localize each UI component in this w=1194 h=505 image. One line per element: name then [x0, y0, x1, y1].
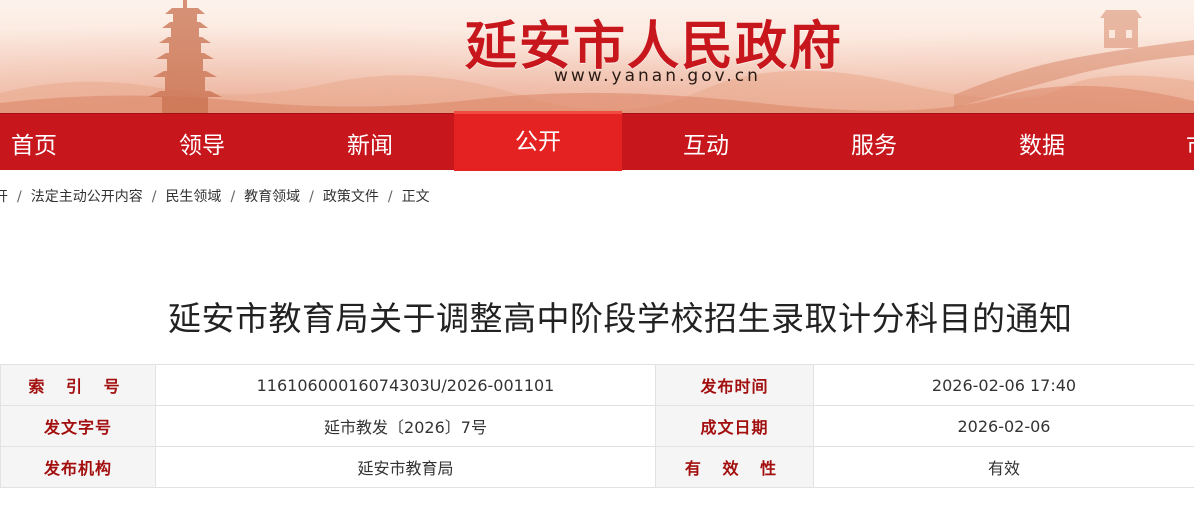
pagoda-illustration — [148, 0, 222, 113]
breadcrumb-item-livelihood[interactable]: 民生领域 — [165, 189, 221, 205]
breadcrumb-separator: / — [309, 189, 314, 205]
nav-item-leaders[interactable]: 领导 — [118, 114, 286, 171]
site-url: www.yanan.gov.cn — [554, 66, 761, 86]
nav-item-label: 领导 — [179, 132, 225, 159]
issuer-label: 发布机构 — [0, 446, 156, 488]
nav-item-news[interactable]: 新闻 — [286, 114, 454, 171]
doc-number-label: 发文字号 — [0, 405, 156, 447]
breadcrumb-item-policy[interactable]: 政策文件 — [323, 189, 379, 205]
index-value: 11610600016074303U/2026-001101 — [155, 364, 656, 406]
validity-label: 有 效 性 — [655, 446, 814, 488]
table-row: 发布机构 延安市教育局 有 效 性 有效 — [0, 446, 1194, 488]
nav-item-label: 市 — [1186, 126, 1194, 160]
table-row: 发文字号 延市教发〔2026〕7号 成文日期 2026-02-06 — [0, 405, 1194, 447]
nav-item-open[interactable]: 公开 — [454, 111, 622, 171]
breadcrumb-item-statutory[interactable]: 法定主动公开内容 — [31, 189, 143, 205]
breadcrumb-separator: / — [151, 189, 157, 205]
nav-item-home[interactable]: 首页 — [0, 114, 118, 171]
site-header-banner: 延安市人民政府 www.yanan.gov.cn — [0, 0, 1194, 113]
breadcrumb: 开 / 法定主动公开内容 / 民生领域 / 教育领域 / 政策文件 / 正文 — [0, 186, 430, 206]
publish-time-value: 2026-02-06 17:40 — [813, 364, 1194, 406]
great-wall-illustration — [954, 10, 1194, 108]
nav-item-label: 互动 — [683, 132, 729, 159]
nav-item-city[interactable]: 市 — [1126, 114, 1194, 171]
validity-value: 有效 — [813, 446, 1194, 488]
breadcrumb-separator: / — [230, 189, 236, 205]
document-title: 延安市教育局关于调整高中阶段学校招生录取计分科目的通知 — [168, 299, 1073, 338]
breadcrumb-separator: / — [17, 189, 22, 205]
nav-item-services[interactable]: 服务 — [790, 114, 958, 171]
issuer-value: 延安市教育局 — [155, 446, 656, 488]
nav-item-interact[interactable]: 互动 — [622, 114, 790, 171]
breadcrumb-item-education[interactable]: 教育领域 — [244, 189, 300, 205]
main-nav: 首页 领导 新闻 公开 互动 服务 数据 市 — [0, 111, 1194, 171]
breadcrumb-item-open[interactable]: 开 — [0, 189, 8, 205]
written-date-value: 2026-02-06 — [813, 405, 1194, 447]
index-label: 索 引 号 — [0, 364, 156, 406]
document-meta-table: 索 引 号 11610600016074303U/2026-001101 发布时… — [0, 364, 1194, 488]
breadcrumb-separator: / — [387, 189, 393, 205]
breadcrumb-item-current: 正文 — [401, 189, 430, 205]
written-date-label: 成文日期 — [655, 405, 814, 447]
nav-item-label: 首页 — [11, 132, 57, 159]
nav-item-data[interactable]: 数据 — [958, 114, 1126, 171]
nav-item-label: 公开 — [515, 129, 561, 155]
table-row: 索 引 号 11610600016074303U/2026-001101 发布时… — [0, 364, 1194, 406]
nav-item-label: 服务 — [851, 132, 897, 159]
publish-time-label: 发布时间 — [655, 364, 814, 406]
doc-number-value: 延市教发〔2026〕7号 — [155, 405, 656, 447]
nav-item-label: 数据 — [1019, 132, 1065, 159]
nav-item-label: 新闻 — [347, 132, 393, 159]
